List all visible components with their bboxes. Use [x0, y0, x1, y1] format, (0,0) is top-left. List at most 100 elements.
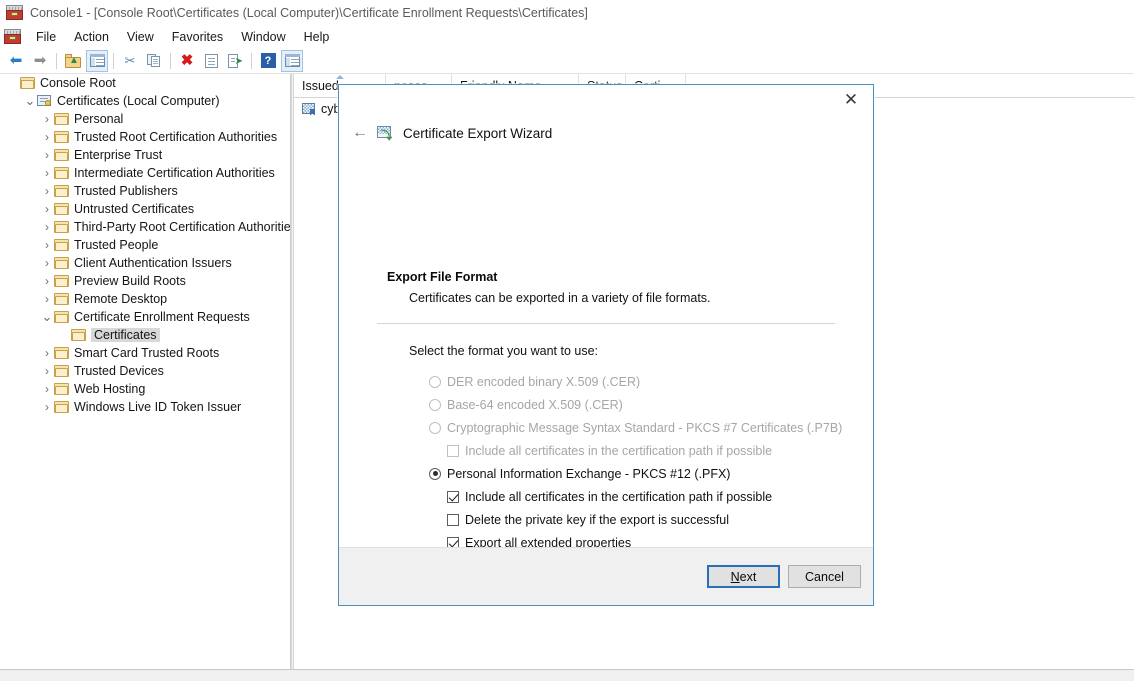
back-icon[interactable]: ← [347, 121, 373, 145]
chevron-right-icon[interactable]: › [40, 365, 54, 377]
radio-button-icon [429, 421, 441, 434]
tree-item-enterprise-trust[interactable]: › Enterprise Trust [0, 146, 290, 164]
next-button[interactable]: Next [707, 565, 780, 588]
tree-item-certificate-enrollment-requests[interactable]: ⌄ Certificate Enrollment Requests [0, 308, 290, 326]
menu-item-window[interactable]: Window [232, 28, 294, 46]
folder-icon [20, 77, 35, 89]
help-button[interactable]: ? [257, 50, 279, 72]
checkbox-icon[interactable] [447, 490, 459, 503]
tree-item-label: Trusted Publishers [74, 184, 178, 198]
chevron-right-icon[interactable]: › [40, 113, 54, 125]
console-tree-pane: Console Root ⌄ Certificates (Local Compute… [0, 74, 291, 669]
tree-item-label: Personal [74, 112, 124, 126]
cut-button[interactable]: ✂ [119, 50, 141, 72]
radio-personal-information-exchange-pkcs-12-pfx[interactable]: Personal Information Exchange - PKCS #12… [339, 462, 873, 485]
chevron-right-icon[interactable]: › [40, 149, 54, 161]
up-one-level-icon: ▲ [65, 53, 81, 68]
tree-item-label: Remote Desktop [74, 292, 168, 306]
tree-item-label: Windows Live ID Token Issuer [74, 400, 242, 414]
tree-item-label: Certificate Enrollment Requests [74, 310, 250, 324]
tree-item-client-authentication-issuers[interactable]: › Client Authentication Issuers [0, 254, 290, 272]
chevron-right-icon[interactable]: › [40, 185, 54, 197]
tree-item-personal[interactable]: › Personal [0, 110, 290, 128]
tree-item-label: Trusted People [74, 238, 159, 252]
folder-icon [54, 383, 69, 395]
chevron-right-icon[interactable]: › [40, 167, 54, 179]
tree-item-web-hosting[interactable]: › Web Hosting [0, 380, 290, 398]
tree-item-intermediate-certification-authorities[interactable]: › Intermediate Certification Authorities [0, 164, 290, 182]
show-hide-console-tree-button[interactable] [86, 49, 108, 72]
tree-item-console-root[interactable]: Console Root [0, 74, 290, 92]
view-button[interactable] [281, 49, 303, 72]
close-icon[interactable]: ✕ [829, 85, 873, 113]
chevron-right-icon[interactable]: › [40, 203, 54, 215]
tree-item-preview-build-roots[interactable]: › Preview Build Roots [0, 272, 290, 290]
tree-item-certificates[interactable]: Certificates [0, 326, 290, 344]
menu-item-action[interactable]: Action [65, 28, 118, 46]
radio-der-encoded-binary-x-509-cer: DER encoded binary X.509 (.CER) [339, 370, 873, 393]
tree-item-trusted-devices[interactable]: › Trusted Devices [0, 362, 290, 380]
chevron-right-icon[interactable]: › [40, 239, 54, 251]
delete-button[interactable]: ✖ [176, 50, 198, 72]
tree-item-trusted-people[interactable]: › Trusted People [0, 236, 290, 254]
chevron-right-icon[interactable]: › [40, 221, 54, 233]
chevron-down-icon[interactable]: ⌄ [23, 94, 37, 107]
tree-item-untrusted-certificates[interactable]: › Untrusted Certificates [0, 200, 290, 218]
menu-item-file[interactable]: File [27, 28, 65, 46]
folder-icon [54, 131, 69, 143]
section-divider [377, 323, 835, 324]
tree-item-remote-desktop[interactable]: › Remote Desktop [0, 290, 290, 308]
option-label: Base-64 encoded X.509 (.CER) [447, 397, 623, 412]
toolbar-separator [251, 52, 252, 69]
tree-item-smart-card-trusted-roots[interactable]: › Smart Card Trusted Roots [0, 344, 290, 362]
checkbox-icon[interactable] [447, 513, 459, 526]
system-menu-icon[interactable] [4, 29, 21, 44]
folder-icon [54, 257, 69, 269]
tree-item-trusted-root-certification-authorities[interactable]: › Trusted Root Certification Authorities [0, 128, 290, 146]
menu-item-help[interactable]: Help [295, 28, 339, 46]
chevron-placeholder [6, 78, 20, 88]
forward-button[interactable]: ➡ [29, 50, 51, 72]
checkbox-icon[interactable] [447, 536, 459, 547]
chevron-right-icon[interactable]: › [40, 257, 54, 269]
menu-item-favorites[interactable]: Favorites [163, 28, 232, 46]
chevron-right-icon[interactable]: › [40, 383, 54, 395]
mmc-console-icon [6, 5, 23, 20]
tree-item-label: Trusted Devices [74, 364, 164, 378]
tree-item-trusted-publishers[interactable]: › Trusted Publishers [0, 182, 290, 200]
option-label: Include all certificates in the certific… [465, 489, 773, 504]
tree-item-certificates-local-computer[interactable]: ⌄ Certificates (Local Computer) [0, 92, 290, 110]
folder-icon [54, 365, 69, 377]
tree-item-third-party-root-certification-authorities[interactable]: › Third-Party Root Certification Authorit… [0, 218, 290, 236]
folder-icon [54, 401, 69, 413]
cancel-button[interactable]: Cancel [788, 565, 861, 588]
forward-icon: ➡ [33, 52, 47, 69]
dialog-footer: Next Cancel [339, 547, 873, 605]
chevron-down-icon[interactable]: ⌄ [40, 310, 54, 323]
chevron-right-icon[interactable]: › [40, 401, 54, 413]
tree-item-windows-live-id-token-issuer[interactable]: › Windows Live ID Token Issuer [0, 398, 290, 416]
checkbox-export-all-extended-properties[interactable]: Export all extended properties [339, 531, 873, 547]
view-icon [284, 54, 300, 67]
radio-button-icon[interactable] [429, 467, 441, 480]
tree-item-label: Certificates [91, 328, 160, 342]
show-hide-console-tree-icon [89, 54, 105, 67]
chevron-right-icon[interactable]: › [40, 347, 54, 359]
back-button[interactable]: ⬅ [5, 50, 27, 72]
next-button-accel: N [730, 569, 740, 584]
properties-icon [204, 53, 218, 68]
checkbox-include-all-certificates-in-the-certification-[interactable]: Include all certificates in the certific… [339, 485, 873, 508]
chevron-right-icon[interactable]: › [40, 275, 54, 287]
export-list-button[interactable]: ➤ [224, 50, 246, 72]
option-label: DER encoded binary X.509 (.CER) [447, 374, 641, 389]
folder-icon [54, 113, 69, 125]
checkbox-delete-the-private-key-if-the-export-is-succes[interactable]: Delete the private key if the export is … [339, 508, 873, 531]
menu-item-view[interactable]: View [118, 28, 163, 46]
properties-button[interactable] [200, 50, 222, 72]
chevron-right-icon[interactable]: › [40, 293, 54, 305]
up-one-level-button[interactable]: ▲ [62, 50, 84, 72]
chevron-right-icon[interactable]: › [40, 131, 54, 143]
sort-ascending-icon [335, 74, 344, 79]
toolbar-separator [113, 52, 114, 69]
copy-button[interactable] [143, 50, 165, 72]
